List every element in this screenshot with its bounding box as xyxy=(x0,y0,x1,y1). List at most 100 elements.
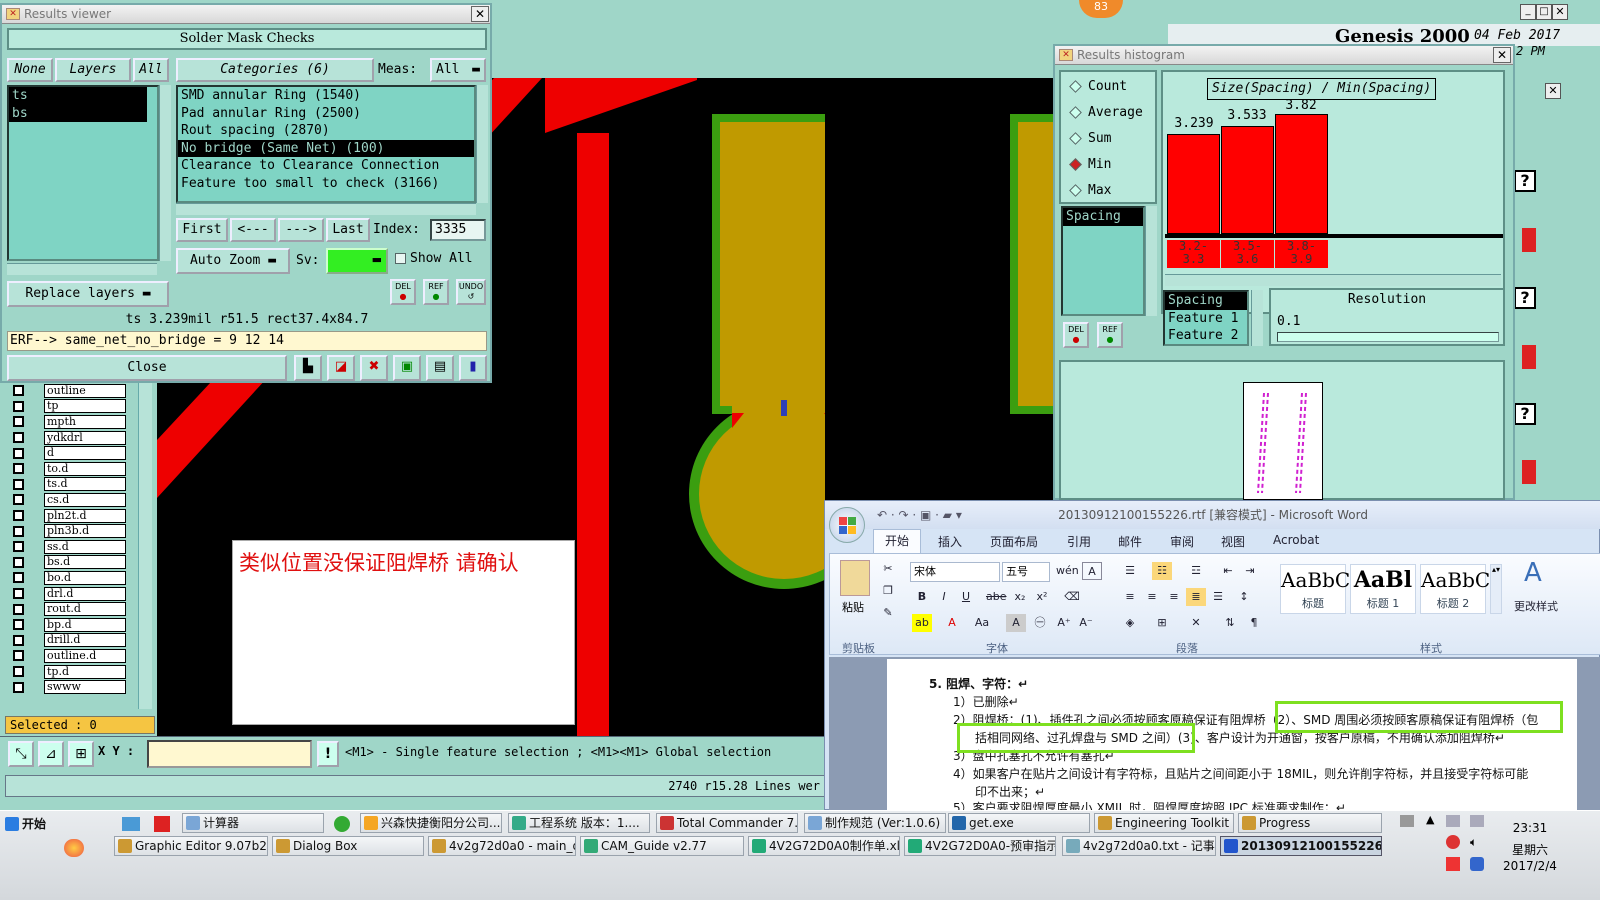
measure-icon[interactable]: ⊿ xyxy=(38,741,64,767)
task-total-commander[interactable]: Total Commander 7.0 ... xyxy=(656,813,798,833)
subscript-icon[interactable]: x₂ xyxy=(1010,588,1030,606)
layer-checkbox[interactable] xyxy=(13,650,24,662)
measure-item[interactable]: Spacing xyxy=(1063,208,1143,226)
category-item[interactable]: SMD annular Ring (1540) xyxy=(178,87,474,105)
layer-row[interactable]: to.d xyxy=(8,461,126,477)
layer-checkbox[interactable] xyxy=(13,588,24,600)
align-center-icon[interactable]: ≡ xyxy=(1142,588,1162,606)
category-item[interactable]: Pad annular Ring (2500) xyxy=(178,105,474,123)
tab-mailings[interactable]: 邮件 xyxy=(1118,533,1142,550)
task-calculator[interactable]: 计算器 xyxy=(182,813,324,833)
tray-expand-icon[interactable]: ▲ xyxy=(1426,813,1434,826)
clear-format-icon[interactable]: ⌫ xyxy=(1062,588,1082,606)
format-painter-icon[interactable]: ✎ xyxy=(878,604,898,622)
maximize-button[interactable]: □ xyxy=(1536,4,1552,20)
task-engineering-system[interactable]: 工程系统 版本：1.... xyxy=(508,813,650,833)
layer-list-scrollbar[interactable] xyxy=(138,383,152,709)
preview-thumbnail[interactable] xyxy=(1243,382,1323,500)
layer-checkbox[interactable] xyxy=(13,556,24,568)
font-color-icon[interactable]: A xyxy=(942,614,962,632)
tray-app-icon[interactable] xyxy=(64,839,84,857)
ref-button[interactable]: REF ● xyxy=(1097,322,1123,348)
del-button[interactable]: DEL ● xyxy=(1063,322,1089,348)
styles-scroll[interactable]: ▴▾ xyxy=(1490,564,1502,614)
tab-insert[interactable]: 插入 xyxy=(938,533,962,550)
layer-checkbox[interactable] xyxy=(13,385,24,397)
feature-listbox[interactable]: Spacing Feature 1 Feature 2 xyxy=(1163,290,1249,346)
task-graphic-editor[interactable]: Graphic Editor 9.07b2 (0... xyxy=(114,836,268,856)
measure-listbox[interactable]: Spacing xyxy=(1061,206,1145,316)
cut-icon[interactable]: ✂ xyxy=(878,560,898,578)
layer-checkbox[interactable] xyxy=(13,525,24,537)
task-cam-guide[interactable]: CAM_Guide v2.77 xyxy=(580,836,744,856)
del-button[interactable]: DEL ● xyxy=(390,279,416,305)
layer-row[interactable]: bs.d xyxy=(8,555,126,571)
sv-color-dropdown[interactable]: ▬ xyxy=(326,248,388,274)
layers-scrollbar[interactable] xyxy=(159,85,171,261)
layer-checkbox[interactable] xyxy=(13,478,24,490)
superscript-icon[interactable]: x² xyxy=(1032,588,1052,606)
paste-label[interactable]: 粘贴 xyxy=(842,599,864,615)
copy-icon[interactable]: ❐ xyxy=(878,582,898,600)
layer-row[interactable]: pln2t.d xyxy=(8,508,126,524)
layer-row[interactable]: ss.d xyxy=(8,539,126,555)
bar-range-label[interactable]: 3.8- 3.9 xyxy=(1275,240,1328,268)
layer-checkbox[interactable] xyxy=(13,400,24,412)
replace-layers-dropdown[interactable]: Replace layers ▬ xyxy=(7,281,169,307)
close-icon[interactable]: ✕ xyxy=(471,6,489,22)
layer-row[interactable]: d xyxy=(8,445,126,461)
close-icon[interactable]: ✕ xyxy=(1493,47,1511,63)
network-icon[interactable] xyxy=(1470,815,1484,827)
distribute-icon[interactable]: ☰ xyxy=(1208,588,1228,606)
categories-scrollbar[interactable] xyxy=(476,85,488,203)
grid-icon[interactable]: ⊞ xyxy=(68,741,94,767)
layer-checkbox[interactable] xyxy=(13,634,24,646)
task-main-qa[interactable]: 4v2g72d0a0 - main_qa xyxy=(428,836,576,856)
undo-button[interactable]: UNDO ↺ xyxy=(456,279,486,305)
layer-row[interactable]: drl.d xyxy=(8,586,126,602)
histogram-titlebar[interactable]: ✕ Results histogram ✕ xyxy=(1055,46,1513,65)
line-spacing-icon[interactable]: ↕ xyxy=(1234,588,1254,606)
ref-button[interactable]: REF ● xyxy=(423,279,449,305)
layer-row[interactable]: ts.d xyxy=(8,477,126,493)
layer-row[interactable]: ydkdrl xyxy=(8,430,126,446)
resolution-slider[interactable] xyxy=(1277,332,1499,342)
mode-min[interactable]: Min xyxy=(1069,157,1111,172)
increase-indent-icon[interactable]: ⇥ xyxy=(1240,562,1260,580)
align-left-icon[interactable]: ≡ xyxy=(1120,588,1140,606)
measure-scrollbar[interactable] xyxy=(1145,206,1157,316)
index-input[interactable]: 3335 xyxy=(430,219,486,241)
histogram-bar[interactable] xyxy=(1275,114,1328,234)
task-preview-instructions[interactable]: 4V2G72D0A0-预审指示.... xyxy=(904,836,1056,856)
bar-range-label[interactable]: 3.2- 3.3 xyxy=(1167,240,1220,268)
grow-font-icon[interactable]: A⁺ xyxy=(1054,614,1074,632)
xy-input[interactable] xyxy=(147,740,312,768)
layers-listbox[interactable]: ts bs xyxy=(7,85,159,261)
task-browser[interactable]: 兴森快捷衡阳分公司... xyxy=(360,813,502,833)
layer-checkbox[interactable] xyxy=(13,510,24,522)
layer-row[interactable]: bo.d xyxy=(8,570,126,586)
keyboard-icon[interactable] xyxy=(1400,815,1414,827)
category-item[interactable]: Feature too small to check (3166) xyxy=(178,175,474,193)
task-engineering-toolkit[interactable]: Engineering Toolkit 9.... xyxy=(1094,813,1234,833)
help-icon[interactable]: ? xyxy=(1514,170,1536,192)
change-styles-button[interactable]: 更改样式 xyxy=(1514,598,1558,614)
alert-icon[interactable] xyxy=(1522,460,1536,484)
task-spec[interactable]: 制作规范 (Ver:1.0.6) xyxy=(804,813,946,833)
underline-icon[interactable]: U xyxy=(956,588,976,606)
style-title[interactable]: AaBbC 标题 xyxy=(1280,564,1350,614)
layer-row[interactable]: cs.d xyxy=(8,492,126,508)
feature-item[interactable]: Feature 1 xyxy=(1165,310,1247,328)
font-name-select[interactable]: 宋体 xyxy=(910,562,1000,582)
histogram-bar[interactable] xyxy=(1221,126,1274,234)
category-item[interactable]: Rout spacing (2870) xyxy=(178,122,474,140)
chart-scrollbar[interactable] xyxy=(1165,274,1501,286)
layer-row[interactable]: tp.d xyxy=(8,664,126,680)
histogram-icon[interactable]: ▮ xyxy=(459,355,487,381)
task-notepad[interactable]: 4v2g72d0a0.txt - 记事本 xyxy=(1062,836,1216,856)
help-icon[interactable]: ? xyxy=(1514,403,1536,425)
alert-icon[interactable] xyxy=(1522,345,1536,369)
justify-icon[interactable]: ≣ xyxy=(1186,588,1206,606)
task-get-exe[interactable]: get.exe xyxy=(948,813,1090,833)
bullets-icon[interactable]: ☰ xyxy=(1120,562,1140,580)
